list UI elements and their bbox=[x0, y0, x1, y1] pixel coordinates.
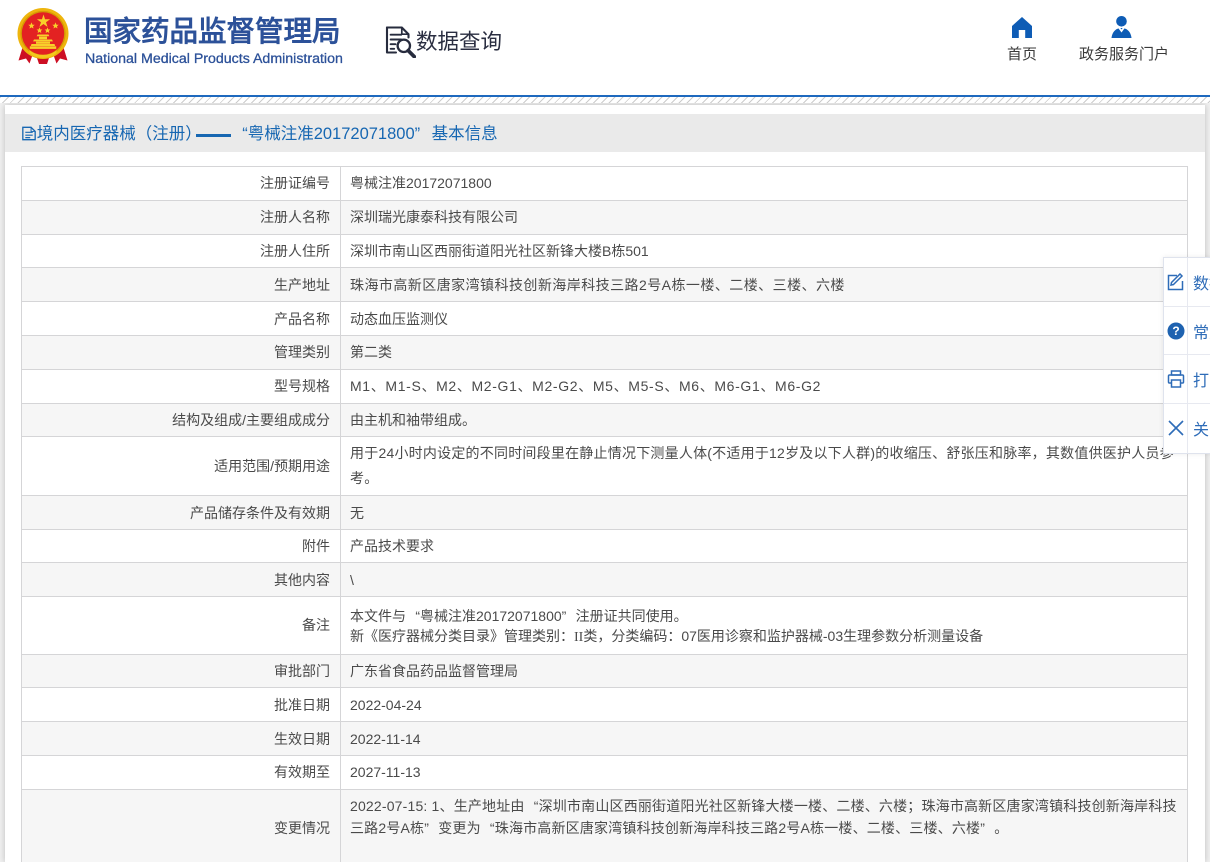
svg-text:?: ? bbox=[1172, 324, 1179, 338]
